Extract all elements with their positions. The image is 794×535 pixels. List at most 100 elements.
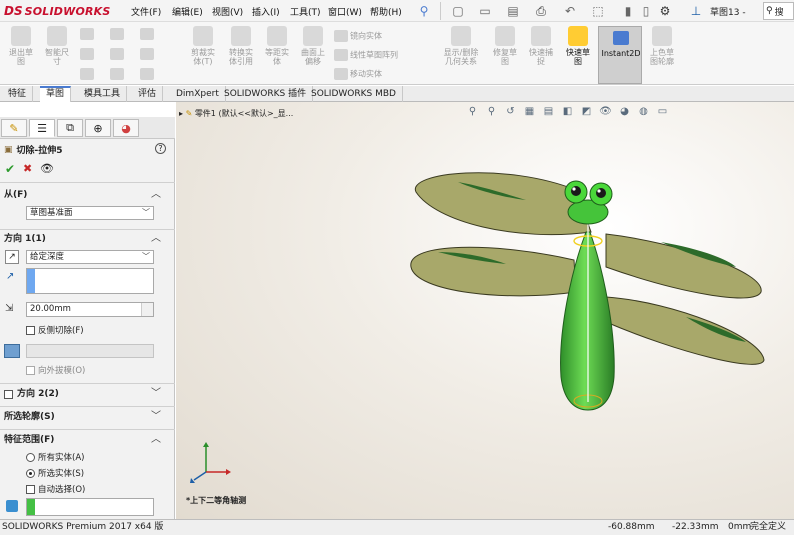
new-document-icon[interactable]: ▢ [450, 3, 466, 19]
ds-logo-mark: DS [4, 4, 23, 18]
undo-icon[interactable]: ↶ [562, 3, 578, 19]
direction-selection-box[interactable] [26, 268, 154, 294]
ok-check-icon[interactable]: ✔ [5, 162, 15, 176]
depth-icon: ⇲ [5, 303, 14, 314]
quick-snaps-button[interactable]: 快速捕 捉 [524, 26, 558, 66]
slot-icon[interactable] [80, 68, 94, 80]
chevron-down-icon: ﹀ [142, 252, 150, 261]
all-bodies-radio[interactable]: 所有实体(A) [26, 451, 84, 463]
options-gear-icon[interactable]: ⚙ [657, 3, 673, 19]
display-manager-tab-icon[interactable]: ◕ [113, 119, 139, 137]
wing-lower-right [605, 296, 765, 365]
expand-chevron-icon: ﹀ [151, 388, 161, 399]
feature-pin-icon[interactable]: ⊥ [688, 3, 704, 19]
smart-dimension-button[interactable]: 智能尺 寸 [40, 26, 74, 66]
direction2-checkbox[interactable] [4, 389, 13, 399]
menu-view[interactable]: 视图(V) [212, 5, 243, 18]
menu-file[interactable]: 文件(F) [131, 5, 161, 18]
polygon-icon[interactable] [140, 48, 154, 60]
save-icon[interactable]: ▤ [505, 3, 521, 19]
section-direction1-header[interactable]: 方向 1(1) ︿ [0, 230, 175, 248]
file-properties-icon[interactable]: ▯ [638, 3, 654, 19]
sketch-status: 完全定义 [750, 522, 787, 532]
menu-help[interactable]: 帮助(H) [370, 5, 402, 18]
arc-icon[interactable] [110, 48, 124, 60]
section-feature-scope-header[interactable]: 特征范围(F) ︿ [0, 431, 175, 449]
coordinate-triad [190, 442, 231, 483]
tab-sketch[interactable]: 草图 [40, 86, 72, 102]
tab-features[interactable]: 特征 [2, 86, 34, 102]
bodies-selection-box[interactable] [26, 498, 154, 516]
separator [440, 2, 441, 20]
separator [0, 406, 175, 407]
spline-icon[interactable] [140, 28, 154, 40]
command-tabs: 特征 草图 模具工具 评估 DimXpert SOLIDWORKS 插件 SOL… [0, 86, 794, 102]
end-condition-select[interactable]: 给定深度 ﹀ [26, 250, 154, 264]
rebuild-icon[interactable]: ▮ [620, 3, 636, 19]
display-relations-button[interactable]: 显示/删除 几何关系 [436, 26, 486, 66]
print-icon[interactable]: ⎙ [533, 3, 549, 19]
offset-on-surface-button[interactable]: 曲面上 偏移 [296, 26, 330, 66]
configuration-manager-tab-icon[interactable]: ⧉ [57, 119, 83, 137]
coord-x: -60.88mm [608, 522, 655, 532]
draft-icon[interactable] [4, 344, 20, 358]
select-icon[interactable]: ⬚ [590, 3, 606, 19]
from-select[interactable]: 草图基准面 ﹀ [26, 206, 154, 220]
property-manager-tab-icon[interactable]: ☰ [29, 119, 55, 137]
shaded-sketch-contours-button[interactable]: 上色草 图轮廓 [644, 26, 680, 66]
cancel-x-icon[interactable]: ✖ [23, 162, 32, 175]
section-from-header[interactable]: 从(F) ︿ [0, 186, 175, 204]
draft-angle-input[interactable] [26, 344, 154, 358]
repair-sketch-button[interactable]: 修复草 图 [488, 26, 522, 66]
trim-entities-button[interactable]: 剪裁实 体(T) [186, 26, 220, 66]
dimxpert-manager-tab-icon[interactable]: ⊕ [85, 119, 111, 137]
feature-manager-tab-icon[interactable]: ✎ [1, 119, 27, 137]
view-orientation-label: *上下二等角轴测 [186, 496, 247, 505]
open-file-icon[interactable]: ▭ [477, 3, 493, 19]
offset-entities-button[interactable]: 等距实 体 [260, 26, 294, 66]
menu-edit[interactable]: 编辑(E) [172, 5, 203, 18]
section-selected-contours-header[interactable]: 所选轮廓(S) ﹀ [0, 408, 175, 426]
convert-entities-button[interactable]: 转换实 体引用 [222, 26, 260, 66]
draft-outward-checkbox[interactable]: 向外拔模(O) [26, 364, 85, 376]
mirror-entities-button[interactable]: 镜向实体 [334, 30, 382, 42]
eye-highlight-left [572, 187, 576, 191]
tab-solidworks-addins[interactable]: SOLIDWORKS 插件 [218, 86, 314, 102]
text-icon[interactable] [140, 68, 154, 80]
depth-input[interactable]: 20.00mm [26, 302, 154, 317]
linear-pattern-button[interactable]: 线性草图阵列 [334, 49, 398, 61]
tab-solidworks-mbd[interactable]: SOLIDWORKS MBD [305, 86, 403, 102]
move-icon [334, 68, 348, 80]
menu-window[interactable]: 窗口(W) [328, 5, 362, 18]
trim-icon [193, 26, 213, 46]
search-box[interactable]: ⚲ 搜 [763, 2, 794, 20]
reverse-direction-icon[interactable]: ↗ [5, 250, 19, 264]
dragonfly-model[interactable] [410, 172, 765, 411]
rectangle-icon[interactable] [80, 48, 94, 60]
move-entities-button[interactable]: 移动实体 [334, 68, 382, 80]
wing-lower-left [410, 246, 577, 297]
flip-side-checkbox[interactable]: 反侧切除(F) [26, 324, 84, 336]
auto-select-checkbox[interactable]: 自动选择(O) [26, 483, 85, 495]
instant2d-button[interactable]: Instant2D [598, 26, 642, 84]
menu-insert[interactable]: 插入(I) [252, 5, 280, 18]
chevron-down-icon: ﹀ [142, 208, 150, 217]
help-icon[interactable]: ? [155, 143, 166, 154]
search-placeholder: 搜 [774, 7, 784, 18]
fillet-icon[interactable] [110, 68, 124, 80]
tab-evaluate[interactable]: 评估 [132, 86, 164, 102]
line-icon[interactable] [80, 28, 94, 40]
depth-spinner[interactable] [141, 303, 153, 316]
solidworks-logo[interactable]: DS SOLIDWORKS [4, 3, 111, 19]
section-direction2-header[interactable]: 方向 2(2) ﹀ [0, 385, 175, 403]
graphics-area[interactable]: ⚲ ⚲ ↺ ▦ ▤ ◧ ◩ 👁 ◕ ◍ ▭ ▸ ✎ 零件1 (默认<<默认>_显… [176, 102, 794, 519]
selected-bodies-radio[interactable]: 所选实体(S) [26, 467, 84, 479]
exit-sketch-button[interactable]: 退出草 图 [4, 26, 38, 66]
collapse-chevron-icon: ︿ [151, 189, 161, 200]
tab-mold-tools[interactable]: 模具工具 [78, 86, 128, 102]
circle-icon[interactable] [110, 28, 124, 40]
rapid-sketch-button[interactable]: 快速草 图 [560, 26, 596, 66]
pin-icon[interactable]: ⚲ [416, 3, 432, 19]
menu-tools[interactable]: 工具(T) [290, 5, 321, 18]
preview-eye-icon[interactable]: 👁 [40, 162, 54, 175]
